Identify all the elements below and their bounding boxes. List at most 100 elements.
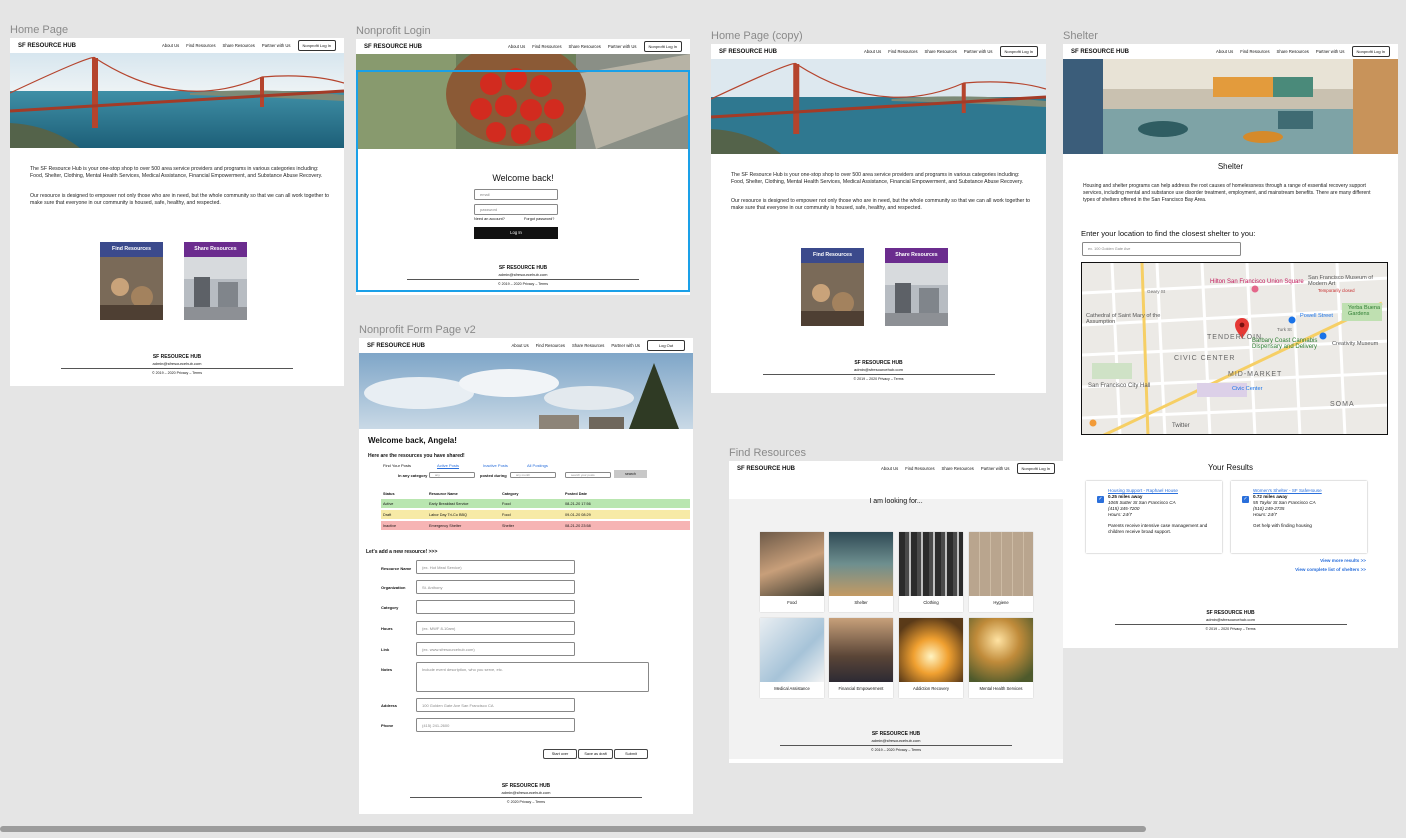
nav-share[interactable]: Share Resources [925,49,957,54]
nav-about[interactable]: About Us [864,49,881,54]
nav-share[interactable]: Share Resources [1277,49,1309,54]
nav-find[interactable]: Find Resources [905,466,934,471]
tab-inactive-posts[interactable]: Inactive Posts [483,463,508,468]
nav-find[interactable]: Find Resources [532,44,561,49]
hero-image-sky [359,353,693,429]
nav-login-button[interactable]: Nonprofit Log In [297,40,336,51]
nav-login-button[interactable]: Nonprofit Log In [1351,46,1390,57]
share-resources-card[interactable]: Share Resources [184,242,247,320]
location-input[interactable]: ex. 100 Golden Gate Ave [1082,242,1241,256]
nav-share[interactable]: Share Resources [569,44,601,49]
view-more-results-link[interactable]: View more results >> [1320,558,1366,563]
footer-email[interactable]: admin@sfresourcehub.com [10,361,344,366]
email-input[interactable]: email [474,189,558,200]
start-over-button[interactable]: Start over [543,749,577,759]
save-draft-button[interactable]: Save as draft [578,749,613,759]
nav-share[interactable]: Share Resources [223,43,255,48]
brand-logo[interactable]: SF RESOURCE HUB [719,49,777,55]
category-card-financial[interactable]: Financial Empowerment [829,618,893,698]
category-card-addiction[interactable]: Addiction Recovery [899,618,963,698]
shelter-map[interactable]: Hilton San Francisco Union Square San Fr… [1081,262,1388,435]
nav-find[interactable]: Find Resources [186,43,215,48]
table-row[interactable]: Draft Labor Day Tri-Co BBQ Food 09-01-20… [381,510,690,519]
nav-about[interactable]: About Us [162,43,179,48]
map-label: CIVIC CENTER [1174,355,1236,362]
hours-input[interactable]: (ex. MWF 8-10am) [416,621,575,635]
tab-active-posts[interactable]: Active Posts [437,463,459,468]
map-label: MID-MARKET [1228,371,1283,378]
nav-about[interactable]: About Us [511,343,528,348]
frame-label-find: Find Resources [729,447,807,459]
clothing-image [899,532,963,596]
share-resources-card[interactable]: Share Resources [885,248,948,326]
post-search-input[interactable]: search your posts [565,472,611,478]
result-card[interactable]: ✓ Women's Shelter - SF SafeHouse 0.72 mi… [1231,481,1367,553]
nav-login-button[interactable]: Nonprofit Log In [643,41,682,52]
notes-textarea[interactable]: Include event description, who you serve… [416,662,649,692]
footer-email[interactable]: admin@sfresourcehub.com [359,790,693,795]
nav-partner[interactable]: Partner with Us [964,49,993,54]
nav-login-button[interactable]: Nonprofit Log In [999,46,1038,57]
nav-find[interactable]: Find Resources [536,343,565,348]
nav-logout-button[interactable]: Log Out [647,340,685,351]
nav-partner[interactable]: Partner with Us [608,44,637,49]
footer-email[interactable]: admin@sfresourcehub.com [729,738,1063,743]
tab-all-postings[interactable]: All Postings [527,463,548,468]
category-filter-select[interactable]: any [429,472,475,478]
password-input[interactable]: password [474,204,558,215]
brand-logo[interactable]: SF RESOURCE HUB [737,466,795,472]
nav-about[interactable]: About Us [1216,49,1233,54]
nav-find[interactable]: Find Resources [1240,49,1269,54]
category-label: Mental Health Services [979,686,1023,691]
forgot-password-link[interactable]: Forgot password? [524,217,554,221]
checkbox-icon[interactable]: ✓ [1097,496,1104,503]
brand-logo[interactable]: SF RESOURCE HUB [367,343,425,349]
brand-logo[interactable]: SF RESOURCE HUB [18,43,76,49]
nav-partner[interactable]: Partner with Us [981,466,1010,471]
view-complete-list-link[interactable]: View complete list of shelters >> [1295,567,1366,572]
category-select[interactable] [416,600,575,614]
find-resources-card[interactable]: Find Resources [100,242,163,320]
footer-email[interactable]: admin@sfresourcehub.com [711,367,1046,372]
nav-partner[interactable]: Partner with Us [611,343,640,348]
nav-share[interactable]: Share Resources [572,343,604,348]
category-card-hygiene[interactable]: Hygiene [969,532,1033,612]
horizontal-scrollbar[interactable] [0,826,1146,832]
nav-find[interactable]: Find Resources [888,49,917,54]
post-search-button[interactable]: search [614,470,647,478]
organization-input[interactable]: St. Anthony [416,580,575,594]
need-account-link[interactable]: Need an account? [474,217,505,221]
nav-partner[interactable]: Partner with Us [1316,49,1345,54]
nav-login-button[interactable]: Nonprofit Log In [1016,463,1055,474]
login-button[interactable]: Log In [474,227,558,239]
resource-name-input[interactable]: (ex. Hot Meal Service) [416,560,575,574]
submit-button[interactable]: Submit [614,749,648,759]
category-card-shelter[interactable]: Shelter [829,532,893,612]
phone-input[interactable]: (415) 241-2600 [416,718,575,732]
brand-logo[interactable]: SF RESOURCE HUB [364,44,422,50]
nav-partner[interactable]: Partner with Us [262,43,291,48]
row-status: Draft [383,512,392,517]
date-filter-select[interactable]: any month [510,472,556,478]
brand-logo[interactable]: SF RESOURCE HUB [1071,49,1129,55]
table-row[interactable]: Active Early Breakfast Service Food 08-2… [381,499,690,508]
link-input[interactable]: (ex. www.sfresourcehub.com) [416,642,575,656]
nav-share[interactable]: Share Resources [942,466,974,471]
category-card-mental-health[interactable]: Mental Health Services [969,618,1033,698]
result-card[interactable]: ✓ Housing Support - Raphael House 0.25 m… [1086,481,1222,553]
category-card-medical[interactable]: Medical Assistance [760,618,824,698]
category-card-clothing[interactable]: Clothing [899,532,963,612]
location-prompt: Enter your location to find the closest … [1081,229,1256,238]
find-resources-card[interactable]: Find Resources [801,248,864,326]
nav-about[interactable]: About Us [881,466,898,471]
map-label: SOMA [1330,401,1355,408]
shelter-description: Housing and shelter programs can help ad… [1083,183,1371,203]
footer-email[interactable]: admin@sfresourcehub.com [1063,617,1398,622]
footer-email[interactable]: admin@sfresourcehub.com [356,272,690,277]
navbar: SF RESOURCE HUB About Us Find Resources … [729,461,1063,476]
category-card-food[interactable]: Food [760,532,824,612]
nav-about[interactable]: About Us [508,44,525,49]
table-row[interactable]: Inactive Emergency Shelter Shelter 08-21… [381,521,690,530]
checkbox-icon[interactable]: ✓ [1242,496,1249,503]
address-input[interactable]: 100 Golden Gate Ave San Francisco CA [416,698,575,712]
